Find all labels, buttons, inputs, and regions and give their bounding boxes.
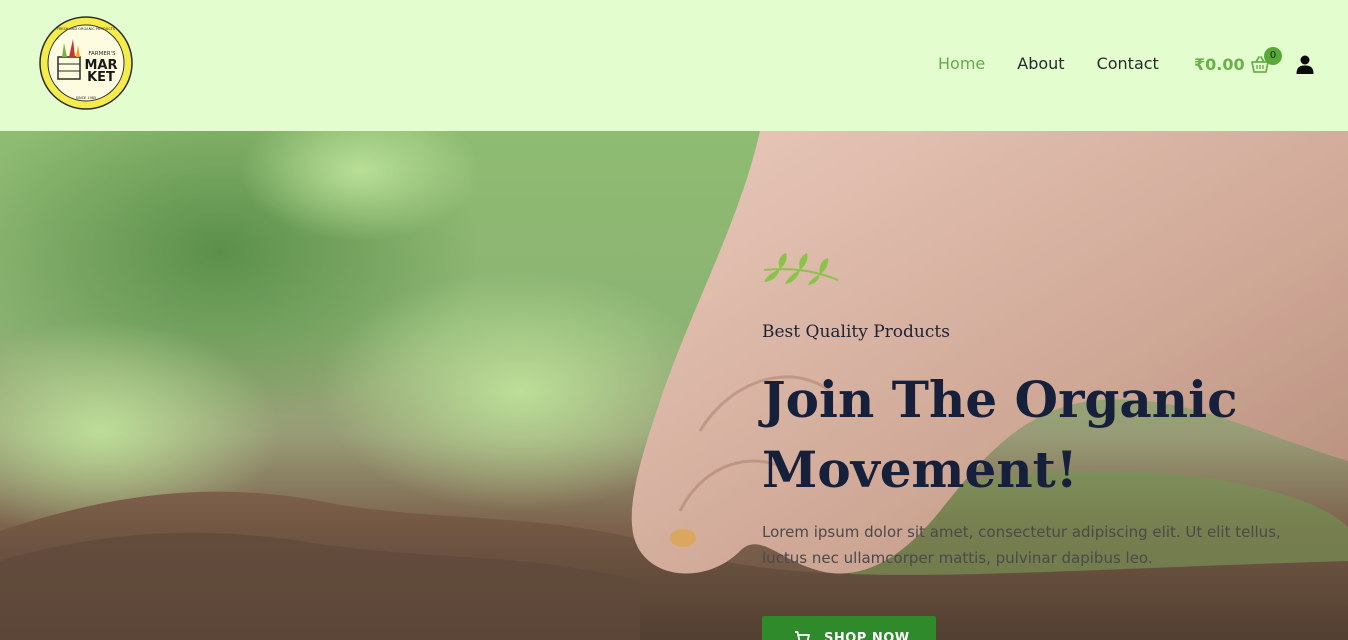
site-header: FARMER'S MAR KET SINCE 1985 FRESH AND OR… (0, 0, 1348, 131)
user-icon[interactable] (1296, 55, 1314, 74)
shop-now-label: SHOP NOW (824, 630, 910, 640)
nav-contact[interactable]: Contact (1097, 54, 1159, 73)
logo-word-2: KET (87, 70, 115, 85)
nav-about[interactable]: About (1017, 54, 1064, 73)
logo-ring-top: FRESH AND ORGANIC PRODUCTS (57, 27, 116, 31)
cart-count-badge: 0 (1264, 47, 1282, 65)
hero-description: Lorem ipsum dolor sit amet, consectetur … (762, 523, 1281, 567)
logo-ring-bottom: SINCE 1985 (76, 96, 97, 100)
shop-now-button[interactable]: SHOP NOW (762, 616, 936, 640)
farmers-market-logo[interactable]: FARMER'S MAR KET SINCE 1985 FRESH AND OR… (38, 15, 134, 111)
hero-subtitle: Best Quality Products (762, 322, 950, 342)
logo-top-text: FARMER'S (88, 51, 116, 57)
hero-title: Join The Organic Movement! (762, 370, 1238, 499)
main-nav: Home About Contact (938, 54, 1159, 73)
nav-home[interactable]: Home (938, 54, 985, 73)
cart-icon (795, 631, 810, 640)
cart-total[interactable]: ₹0.00 (1194, 55, 1245, 74)
leaf-sprig-icon (763, 253, 839, 285)
